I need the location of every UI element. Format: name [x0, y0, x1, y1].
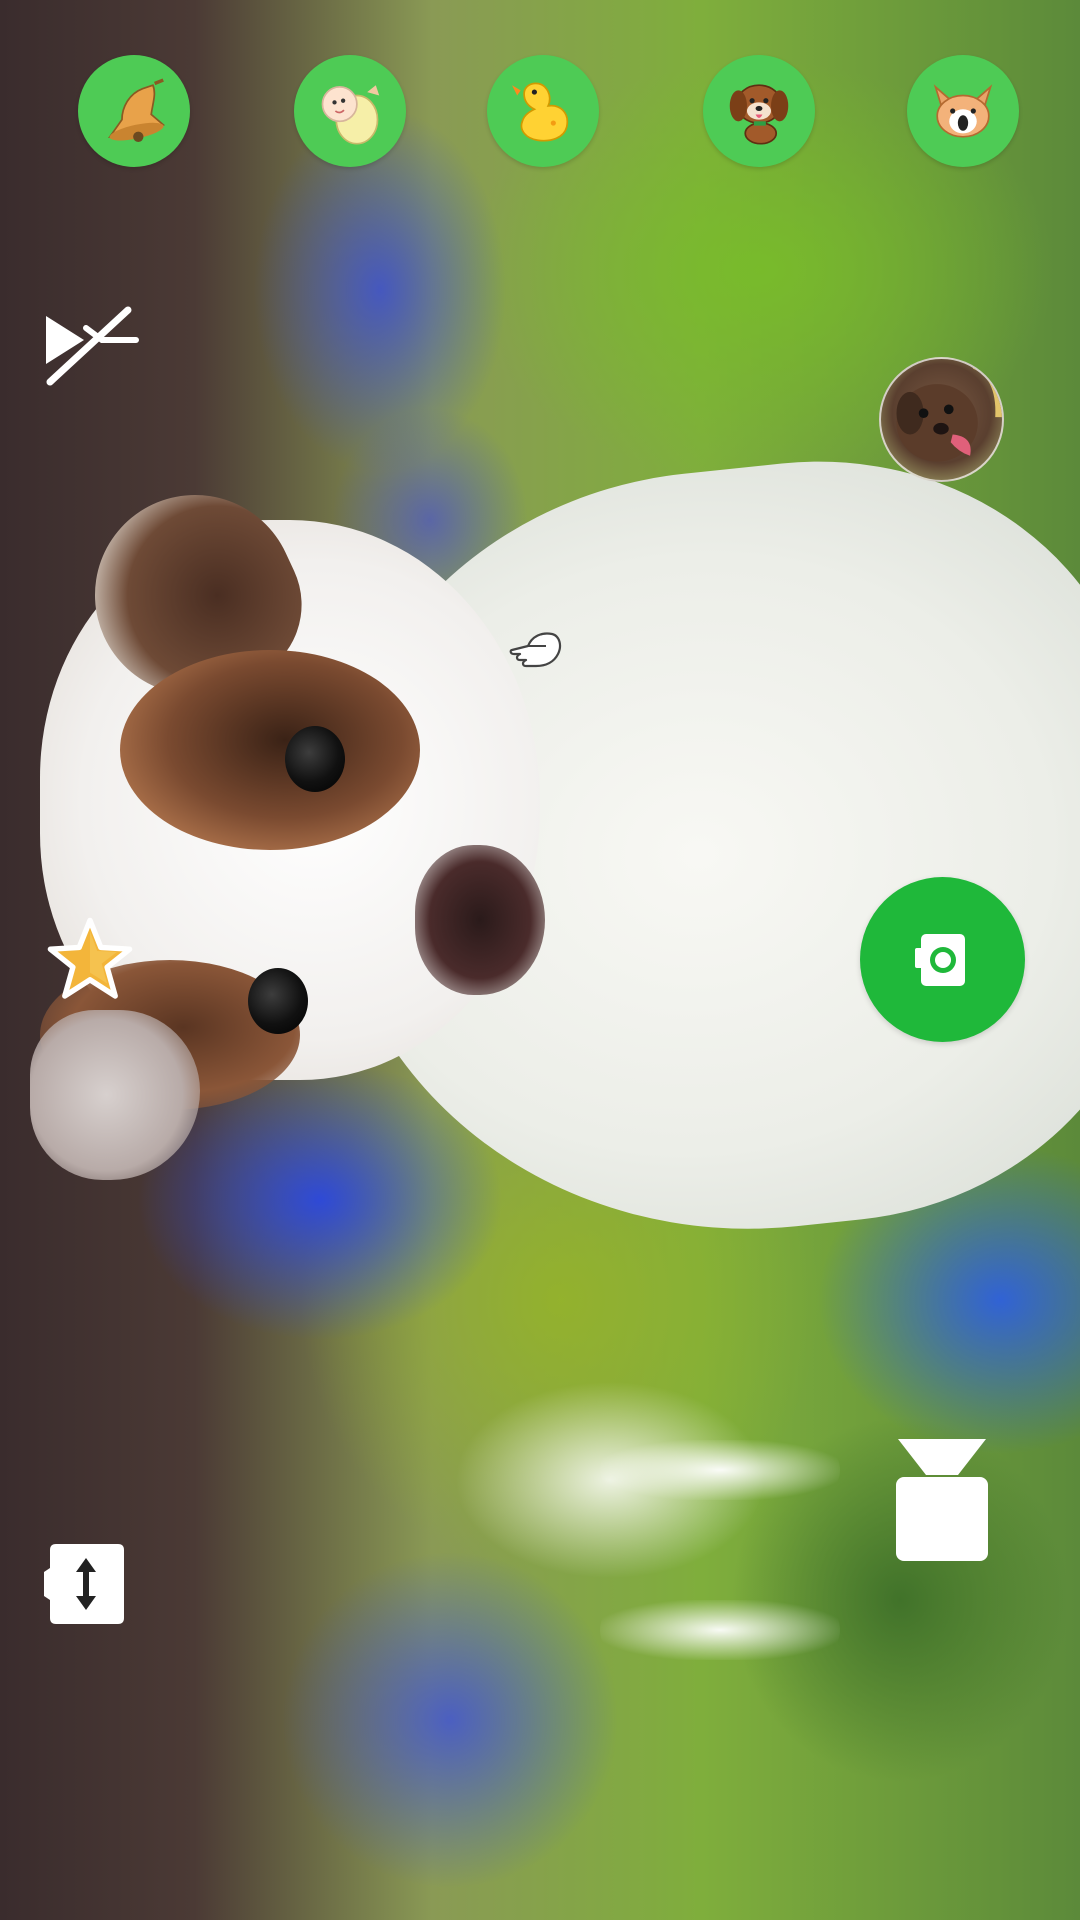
shutter-button[interactable] [860, 877, 1025, 1042]
viewfinder-dog-eye [285, 726, 345, 792]
bell-sound-button[interactable] [78, 55, 190, 167]
viewfinder-dog-nose [415, 845, 545, 995]
rubber-duck-icon [512, 82, 569, 142]
flashlight-icon [896, 1439, 988, 1561]
viewfinder-dog-eye [248, 968, 308, 1034]
favorite-star-button[interactable] [45, 915, 135, 1005]
volume-off-icon [46, 306, 139, 386]
baby-icon [321, 85, 380, 145]
corgi-icon [933, 84, 993, 138]
dog-photo-thumbnail [896, 359, 1002, 462]
baby-sound-button[interactable] [294, 55, 406, 167]
puppy-icon [729, 84, 789, 145]
camera-icon [914, 933, 965, 986]
duck-sound-button[interactable] [487, 55, 599, 167]
viewfinder-dog-ear [30, 1010, 200, 1180]
viewfinder-dog-patch [120, 650, 420, 850]
light-flare [600, 1600, 840, 1660]
pointing-hand-icon [509, 632, 562, 668]
dog-avatar-thumbnail[interactable] [879, 357, 1004, 482]
flip-camera-button[interactable] [42, 1540, 126, 1628]
bell-icon [107, 78, 166, 142]
puppy-sound-button[interactable] [703, 55, 815, 167]
flip-camera-icon [44, 1544, 124, 1624]
pointing-hand-cursor [506, 624, 566, 674]
corgi-sound-button[interactable] [907, 55, 1019, 167]
mute-toggle-button[interactable] [40, 300, 140, 390]
flashlight-button[interactable] [894, 1437, 990, 1563]
star-icon [47, 917, 133, 999]
light-flare [600, 1440, 840, 1500]
